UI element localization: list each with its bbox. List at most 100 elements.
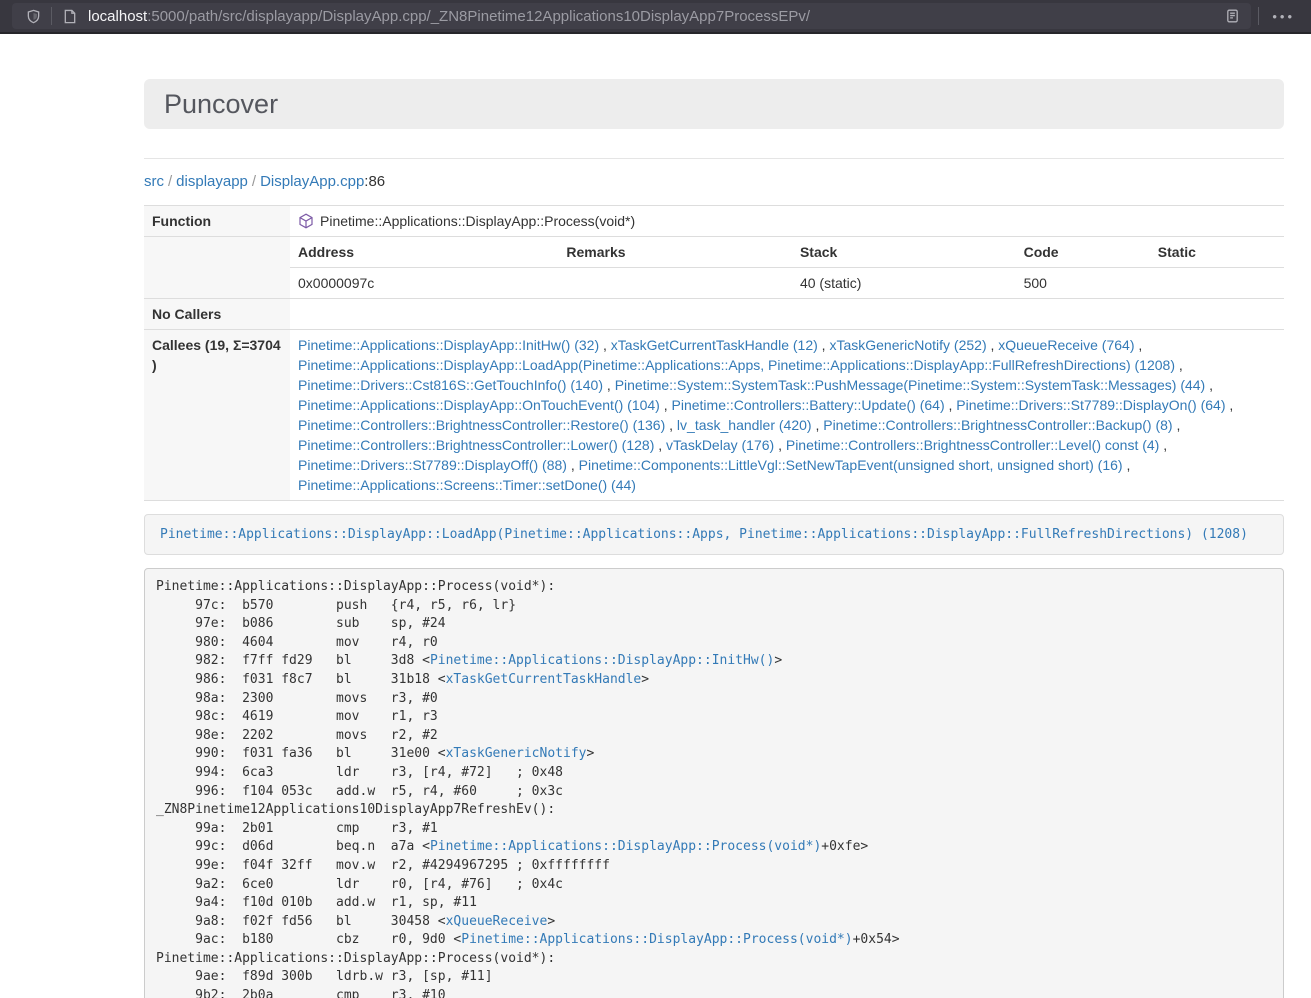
symbol-link[interactable]: xTaskGetCurrentTaskHandle <box>446 672 642 687</box>
breadcrumb-file[interactable]: DisplayApp.cpp <box>260 173 364 190</box>
page-icon[interactable] <box>59 5 81 27</box>
symbol-link[interactable]: xQueueReceive <box>446 914 548 929</box>
symbol-link[interactable]: xTaskGenericNotify <box>446 746 587 761</box>
callee-link[interactable]: Pinetime::Controllers::BrightnessControl… <box>298 437 654 453</box>
callee-link[interactable]: Pinetime::Controllers::BrightnessControl… <box>298 417 665 433</box>
no-callers-label: No Callers <box>144 299 290 330</box>
stats-table: Address Remarks Stack Code Static 0x0000… <box>290 237 1284 298</box>
callee-link[interactable]: Pinetime::Drivers::St7789::DisplayOn() (… <box>956 397 1225 413</box>
callers-cell <box>290 299 1284 330</box>
callee-separator: , <box>1173 417 1181 433</box>
callee-link[interactable]: Pinetime::System::SystemTask::PushMessag… <box>615 377 1206 393</box>
symbol-link[interactable]: Pinetime::Applications::DisplayApp::Proc… <box>461 932 852 947</box>
callee-separator: , <box>1123 457 1131 473</box>
code-line: 982: f7ff fd29 bl 3d8 <Pinetime::Applica… <box>156 652 1272 671</box>
highlighted-callee-link[interactable]: Pinetime::Applications::DisplayApp::Load… <box>160 527 1248 542</box>
divider <box>144 158 1284 159</box>
callee-link[interactable]: xTaskGenericNotify (252) <box>829 337 986 353</box>
code-line: 99a: 2b01 cmp r3, #1 <box>156 820 1272 839</box>
symbol-link[interactable]: Pinetime::Applications::DisplayApp::Proc… <box>430 839 821 854</box>
url-bar[interactable]: localhost:5000/path/src/displayapp/Displ… <box>12 3 1251 29</box>
column-address: Address <box>290 237 558 268</box>
code-line: 9ac: b180 cbz r0, 9d0 <Pinetime::Applica… <box>156 931 1272 950</box>
code-line: 980: 4604 mov r4, r0 <box>156 634 1272 653</box>
breadcrumb-separator: / <box>164 173 176 190</box>
code-line: 98e: 2202 movs r2, #2 <box>156 727 1272 746</box>
code-line: 9ae: f89d 300b ldrb.w r3, [sp, #11] <box>156 968 1272 987</box>
code-line: 99e: f04f 32ff mov.w r2, #4294967295 ; 0… <box>156 857 1272 876</box>
callee-separator: , <box>603 377 615 393</box>
callee-separator: , <box>660 397 672 413</box>
url-host: localhost <box>88 8 147 25</box>
callee-separator: , <box>654 437 666 453</box>
callee-separator: , <box>599 337 611 353</box>
code-line: 994: 6ca3 ldr r3, [r4, #72] ; 0x48 <box>156 764 1272 783</box>
symbol-link[interactable]: Pinetime::Applications::DisplayApp::Init… <box>430 653 774 668</box>
code-line: 97e: b086 sub sp, #24 <box>156 615 1272 634</box>
shield-icon[interactable] <box>22 5 44 27</box>
column-static: Static <box>1150 237 1284 268</box>
package-icon <box>298 213 314 229</box>
breadcrumb-line-number: :86 <box>364 173 385 190</box>
code-line: 9a8: f02f fd56 bl 30458 <xQueueReceive> <box>156 913 1272 932</box>
callee-separator: , <box>1226 397 1234 413</box>
callee-separator: , <box>1205 377 1213 393</box>
more-options-icon[interactable]: ••• <box>1266 9 1301 24</box>
callee-link[interactable]: vTaskDelay (176) <box>666 437 774 453</box>
callee-link[interactable]: Pinetime::Controllers::Battery::Update()… <box>672 397 945 413</box>
function-row: Function Pinetime::Applications::Display… <box>144 206 1284 237</box>
callee-link[interactable]: Pinetime::Applications::DisplayApp::Load… <box>298 357 1175 373</box>
reader-mode-icon[interactable] <box>1221 5 1243 27</box>
callee-separator: , <box>987 337 999 353</box>
callee-link[interactable]: xQueueReceive (764) <box>998 337 1134 353</box>
code-line: 98c: 4619 mov r1, r3 <box>156 708 1272 727</box>
static-value <box>1150 268 1284 299</box>
table-row: 0x0000097c 40 (static) 500 <box>290 268 1284 299</box>
breadcrumb-src[interactable]: src <box>144 173 164 190</box>
highlighted-callee-panel: Pinetime::Applications::DisplayApp::Load… <box>144 514 1284 555</box>
code-line: 98a: 2300 movs r3, #0 <box>156 690 1272 709</box>
remarks-value <box>558 268 792 299</box>
callee-separator: , <box>774 437 786 453</box>
function-signature: Pinetime::Applications::DisplayApp::Proc… <box>320 211 635 231</box>
code-size-value: 500 <box>1016 268 1150 299</box>
callee-link[interactable]: Pinetime::Applications::DisplayApp::Init… <box>298 337 599 353</box>
callee-link[interactable]: Pinetime::Controllers::BrightnessControl… <box>786 437 1159 453</box>
function-table: Function Pinetime::Applications::Display… <box>144 205 1284 501</box>
callee-link[interactable]: xTaskGetCurrentTaskHandle (12) <box>611 337 818 353</box>
column-code: Code <box>1016 237 1150 268</box>
callee-separator: , <box>1175 357 1183 373</box>
callee-link[interactable]: lv_task_handler (420) <box>677 417 812 433</box>
callee-separator: , <box>818 337 830 353</box>
callees-label: Callees (19, Σ=3704 ) <box>144 330 290 501</box>
page-title: Puncover <box>164 89 278 120</box>
callees-row: Callees (19, Σ=3704 ) Pinetime::Applicat… <box>144 330 1284 501</box>
assembly-code: Pinetime::Applications::DisplayApp::Proc… <box>144 568 1284 998</box>
stack-value: 40 (static) <box>792 268 1016 299</box>
callee-separator: , <box>1159 437 1167 453</box>
breadcrumb-displayapp[interactable]: displayapp <box>176 173 248 190</box>
code-line: 97c: b570 push {r4, r5, r6, lr} <box>156 597 1272 616</box>
code-line: 990: f031 fa36 bl 31e00 <xTaskGenericNot… <box>156 745 1272 764</box>
callee-separator: , <box>812 417 824 433</box>
code-line: 996: f104 053c add.w r5, r4, #60 ; 0x3c <box>156 783 1272 802</box>
callers-row: No Callers <box>144 299 1284 330</box>
callee-separator: , <box>945 397 957 413</box>
callee-separator: , <box>1134 337 1142 353</box>
code-line: Pinetime::Applications::DisplayApp::Proc… <box>156 950 1272 969</box>
callees-list: Pinetime::Applications::DisplayApp::Init… <box>290 330 1284 501</box>
url-text[interactable]: localhost:5000/path/src/displayapp/Displ… <box>88 8 1221 25</box>
callee-link[interactable]: Pinetime::Controllers::BrightnessControl… <box>823 417 1172 433</box>
urlbar-separator <box>51 7 52 25</box>
callee-link[interactable]: Pinetime::Applications::Screens::Timer::… <box>298 477 636 493</box>
url-path: :5000/path/src/displayapp/DisplayApp.cpp… <box>147 8 810 25</box>
callee-link[interactable]: Pinetime::Drivers::St7789::DisplayOff() … <box>298 457 567 473</box>
code-line: Pinetime::Applications::DisplayApp::Proc… <box>156 578 1272 597</box>
column-stack: Stack <box>792 237 1016 268</box>
code-line: 9b2: 2b0a cmp r3, #10 <box>156 987 1272 998</box>
callee-link[interactable]: Pinetime::Applications::DisplayApp::OnTo… <box>298 397 660 413</box>
page-content: Puncover src/displayapp/DisplayApp.cpp:8… <box>0 79 1311 998</box>
callee-link[interactable]: Pinetime::Drivers::Cst816S::GetTouchInfo… <box>298 377 603 393</box>
callee-link[interactable]: Pinetime::Components::LittleVgl::SetNewT… <box>579 457 1123 473</box>
stats-row: Address Remarks Stack Code Static 0x0000… <box>144 237 1284 299</box>
